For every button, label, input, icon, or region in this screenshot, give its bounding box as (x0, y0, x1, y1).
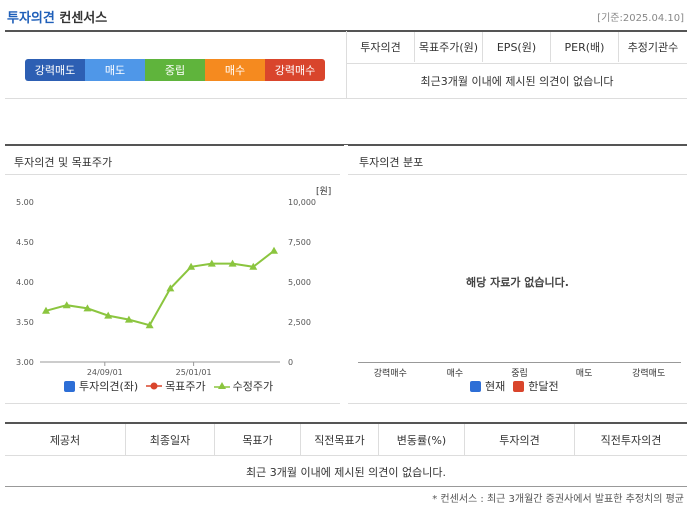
x-axis-tick-label: 24/09/01 (87, 368, 123, 377)
footnote: * 컨센서스 : 최근 3개월간 증권사에서 발표한 추정치의 평균 (432, 494, 684, 505)
legend-item-current: 현재 (470, 378, 505, 394)
consensus-empty-message: 최근3개월 이내에 제시된 의견이 없습니다 (420, 75, 614, 88)
consensus-segment: 강력매수 (265, 59, 325, 81)
left-axis-tick-label: 4.50 (16, 238, 34, 247)
col-analyst-count: 추정기관수 (627, 41, 679, 54)
legend-label: 수정주가 (232, 380, 274, 393)
distribution-category-label: 중립 (511, 369, 528, 379)
col-change-rate: 변동률(%) (379, 424, 465, 455)
col-provider: 제공처 (5, 424, 126, 455)
legend-label: 현재 (485, 380, 506, 393)
legend-marker-triangle-icon (213, 382, 230, 389)
consensus-table-header: 투자의견 목표주가(원) EPS(원) PER(배) 추정기관수 (347, 32, 687, 62)
distribution-axis: 강력매수 매수 중립 매도 강력매도 (358, 362, 681, 379)
right-axis-tick-label: 0 (288, 358, 293, 367)
opinion-price-chart: [원] 5.00 4.50 4.00 3.50 3.00 10,000 7,500 5,000 2… (16, 186, 331, 377)
legend-item-month-ago: 한달전 (513, 378, 559, 394)
col-prev-target: 직전목표가 (301, 424, 379, 455)
distribution-empty-message: 해당 자료가 없습니다. (466, 276, 569, 289)
left-axis-tick-label: 4.00 (16, 278, 34, 287)
series-line (45, 250, 275, 327)
col-opinion: 투자의견 (465, 424, 575, 455)
consensus-segment: 매도 (85, 59, 145, 81)
divider (5, 174, 340, 175)
divider (5, 403, 340, 404)
legend-item-adjusted-price: 수정주가 (213, 378, 274, 394)
broker-empty-message: 최근 3개월 이내에 제시된 의견이 없습니다. (245, 465, 447, 479)
distribution-category-label: 강력매수 (373, 369, 407, 379)
divider (348, 403, 687, 404)
right-axis-unit: [원] (316, 186, 331, 197)
legend-swatch (64, 380, 75, 392)
broker-table-header: 제공처 최종일자 목표가 직전목표가 변동률(%) 투자의견 직전투자의견 (5, 424, 687, 456)
title-main: 투자의견 (7, 11, 55, 26)
right-axis-tick-label: 2,500 (288, 318, 311, 327)
left-axis-tick-label: 3.50 (16, 318, 34, 327)
legend-label: 한달전 (528, 380, 559, 393)
x-axis-tick-label: 25/01/01 (176, 368, 212, 377)
right-axis-tick-label: 10,000 (288, 198, 316, 207)
legend-label: 투자의견(좌) (79, 380, 139, 393)
distribution-legend: 현재 한달전 (470, 378, 567, 394)
opinion-chart-legend: 투자의견(좌) 목표주가 수정주가 (64, 378, 281, 394)
legend-marker-circle-icon (146, 382, 163, 390)
divider (5, 486, 687, 487)
left-axis-tick-label: 3.00 (16, 358, 34, 367)
col-target-price: 목표주가(원) (415, 32, 483, 62)
consensus-segment: 매수 (205, 59, 265, 81)
section-header: 투자의견 컨센서스 [기준:2025.04.10] (0, 0, 687, 30)
col-per: PER(배) (551, 32, 619, 62)
col-eps: EPS(원) (483, 32, 551, 62)
legend-label: 목표주가 (165, 380, 206, 393)
consensus-scale-bar: 강력매도 매도 중립 매수 강력매수 (25, 59, 325, 81)
right-axis-tick-label: 5,000 (288, 278, 311, 287)
distribution-category-label: 매수 (446, 369, 464, 379)
section-title: 투자의견 컨센서스 (7, 7, 107, 26)
distribution-title: 투자의견 분포 (359, 156, 424, 169)
legend-swatch (470, 380, 481, 392)
col-last-date: 최종일자 (126, 424, 215, 455)
col-target: 목표가 (215, 424, 301, 455)
left-axis-tick-label: 5.00 (16, 198, 34, 207)
reference-date: [기준:2025.04.10] (597, 13, 684, 24)
opinion-chart-title: 투자의견 및 목표주가 (14, 156, 113, 169)
legend-item-opinion: 투자의견(좌) (64, 378, 138, 394)
divider (348, 174, 687, 175)
divider (5, 98, 687, 99)
legend-swatch (513, 380, 525, 392)
consensus-segment: 강력매도 (25, 59, 85, 81)
col-prev-opinion: 직전투자의견 (600, 433, 662, 447)
right-axis-tick-label: 7,500 (288, 238, 311, 247)
title-sub: 컨센서스 (59, 11, 108, 26)
consensus-segment: 중립 (145, 59, 205, 81)
data-point (270, 246, 278, 254)
legend-item-target-price: 목표주가 (146, 378, 206, 394)
col-opinion: 투자의견 (347, 32, 415, 62)
distribution-category-label: 강력매도 (632, 369, 666, 379)
distribution-category-label: 매도 (575, 369, 593, 379)
